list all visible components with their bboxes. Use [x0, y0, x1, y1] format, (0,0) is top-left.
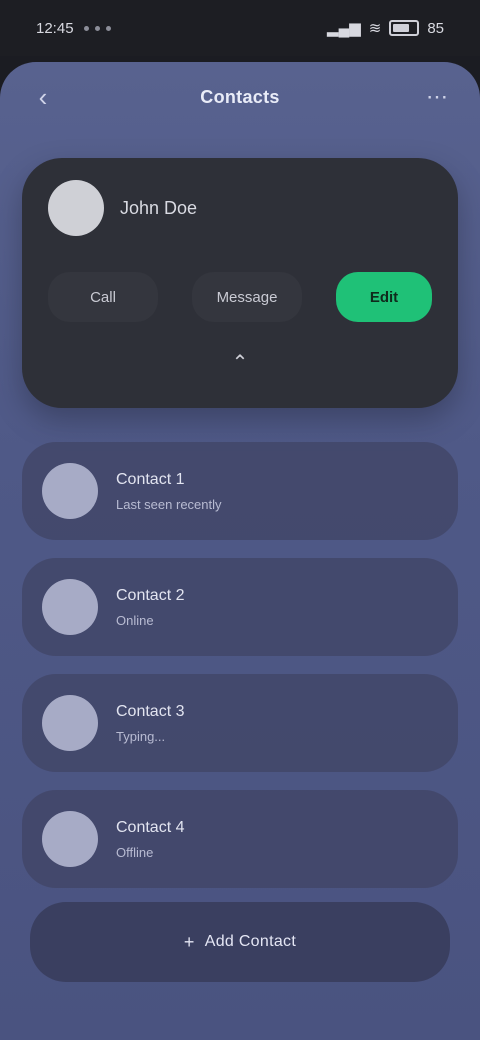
contact-item-1[interactable]: Contact 1 Last seen recently: [22, 442, 458, 540]
contact-subtitle: Typing...: [116, 728, 166, 744]
indicator-dot-1: [83, 25, 89, 31]
signal-icon: ▂▄▆: [327, 20, 361, 37]
status-left: 12:45: [36, 20, 111, 37]
contact-text: Contact 4 Offline: [116, 819, 184, 860]
contact-title: Contact 1: [116, 470, 185, 488]
indicator-dot-3: [105, 25, 111, 31]
contact-title: Contact 3: [116, 702, 185, 720]
contact-text: Contact 1 Last seen recently: [116, 471, 222, 512]
contact-avatar: [42, 695, 98, 751]
avatar[interactable]: [48, 180, 104, 236]
contact-title: Contact 2: [116, 586, 185, 604]
status-bar: 12:45 ▂▄▆ ≋ 85: [0, 0, 480, 56]
more-button[interactable]: ⋯: [420, 80, 454, 114]
edit-button[interactable]: Edit: [336, 272, 432, 322]
chevron-left-icon: ‹: [38, 81, 48, 112]
wifi-icon: ≋: [368, 20, 382, 37]
top-bar: ‹ Contacts ⋯: [0, 62, 480, 132]
contact-avatar: [42, 811, 98, 867]
battery-icon: [389, 20, 420, 36]
profile-actions: Call Message Edit: [48, 272, 432, 322]
contact-avatar: [42, 579, 98, 635]
edit-button-label: Edit: [369, 288, 399, 306]
message-button[interactable]: Message: [192, 272, 302, 322]
contact-item-2[interactable]: Contact 2 Online: [22, 558, 458, 656]
expand-button[interactable]: ⌃: [48, 350, 432, 375]
plus-icon: +: [183, 931, 195, 952]
contact-subtitle: Last seen recently: [116, 496, 222, 512]
page-title: Contacts: [200, 86, 280, 107]
status-time: 12:45: [36, 19, 74, 37]
add-contact-label: Add Contact: [204, 933, 297, 950]
indicator-dot-2: [94, 25, 100, 31]
profile-name: John Doe: [120, 197, 198, 218]
contact-list: Contact 1 Last seen recently Contact 2 O…: [22, 442, 458, 906]
chevron-up-icon: ⌃: [231, 352, 249, 374]
back-button[interactable]: ‹: [26, 80, 60, 114]
contact-text: Contact 2 Online: [116, 587, 184, 628]
battery-text: 85: [427, 19, 444, 37]
contact-subtitle: Online: [116, 612, 154, 628]
add-contact-button[interactable]: + Add Contact: [30, 902, 450, 982]
profile-card: John Doe Call Message Edit ⌃: [22, 158, 458, 408]
contact-subtitle: Offline: [116, 844, 154, 860]
status-indicators: [83, 25, 111, 31]
profile-header: John Doe: [48, 180, 432, 236]
more-icon: ⋯: [425, 84, 448, 109]
contacts-sheet: ‹ Contacts ⋯ John Doe Call Message Edit: [0, 62, 480, 1040]
contact-item-4[interactable]: Contact 4 Offline: [22, 790, 458, 888]
contact-item-3[interactable]: Contact 3 Typing...: [22, 674, 458, 772]
message-button-label: Message: [216, 288, 278, 306]
call-button-label: Call: [90, 288, 116, 306]
status-right: ▂▄▆ ≋ 85: [327, 19, 444, 38]
contact-avatar: [42, 463, 98, 519]
contact-text: Contact 3 Typing...: [116, 703, 184, 744]
contact-title: Contact 4: [116, 818, 185, 836]
call-button[interactable]: Call: [48, 272, 158, 322]
